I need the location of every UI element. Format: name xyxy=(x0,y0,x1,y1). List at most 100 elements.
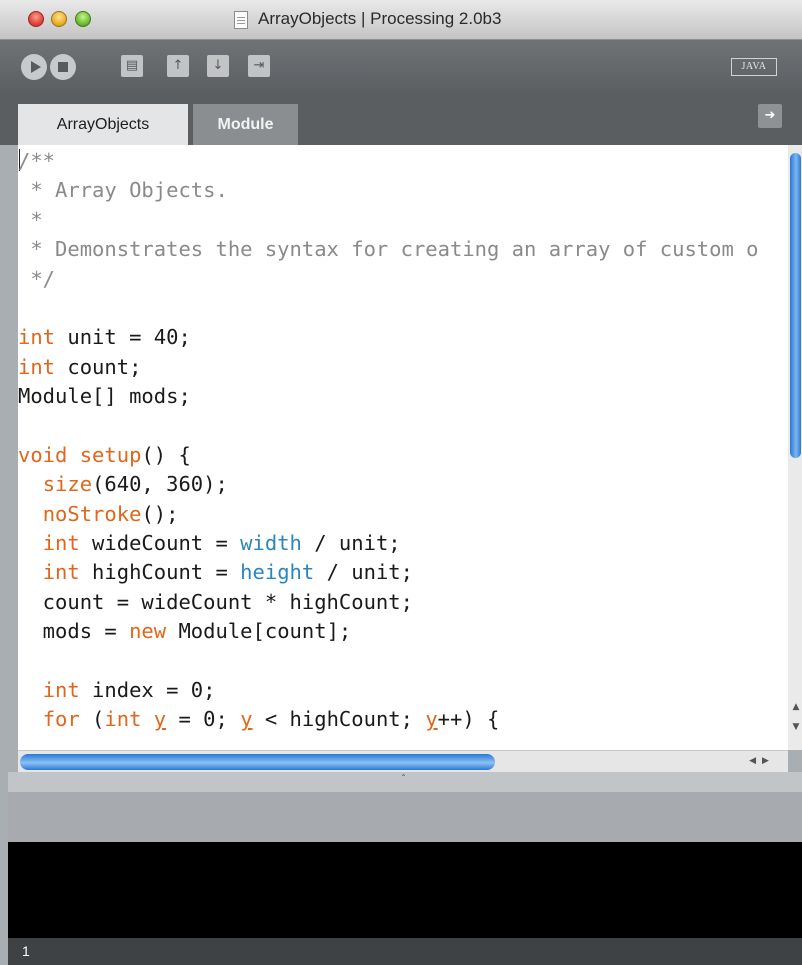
code-editor[interactable]: /** * Array Objects. * * Demonstrates th… xyxy=(18,145,788,750)
scroll-up-icon[interactable]: ▲ xyxy=(791,702,801,712)
code-token: int xyxy=(18,354,56,379)
code-line: mods = new Module[count]; xyxy=(18,617,759,646)
code-token: * Demonstrates the syntax for creating a… xyxy=(18,237,759,262)
code-token: mods = xyxy=(18,619,130,644)
run-button[interactable] xyxy=(21,54,47,80)
panel-divider[interactable]: ˆ xyxy=(0,772,802,792)
zoom-window-icon[interactable] xyxy=(75,11,91,27)
save-button[interactable]: ↓ xyxy=(207,55,229,77)
window-edge xyxy=(0,145,8,965)
code-token: / unit; xyxy=(301,531,401,556)
code-token: ++) { xyxy=(437,707,500,732)
code-token: count = wideCount * highCount; xyxy=(18,589,413,614)
console-area[interactable] xyxy=(8,842,802,938)
code-token: < highCount; xyxy=(252,707,426,732)
title-bar[interactable]: ArrayObjects | Processing 2.0b3 xyxy=(0,0,802,40)
code-token: for xyxy=(42,707,80,732)
export-button[interactable]: ⇥ xyxy=(248,55,270,77)
code-line: Module[] mods; xyxy=(18,382,759,411)
open-button[interactable]: ↑ xyxy=(167,55,189,77)
code-token: int xyxy=(104,707,142,732)
status-bar: 1 xyxy=(8,938,802,965)
code-token: /** xyxy=(18,149,56,173)
code-line: */ xyxy=(18,265,759,294)
code-token: ( xyxy=(79,707,105,732)
code-line: * Demonstrates the syntax for creating a… xyxy=(18,235,759,264)
code-token: int xyxy=(42,560,80,585)
code-token: width xyxy=(240,531,302,556)
code-token: int xyxy=(42,678,80,703)
code-token: highCount = xyxy=(79,560,241,585)
code-token: * Array Objects. xyxy=(18,178,228,203)
code-line: * xyxy=(18,206,759,235)
code-line: int wideCount = width / unit; xyxy=(18,529,759,558)
processing-window: ArrayObjects | Processing 2.0b3 ▤ ↑ ↓ ⇥ … xyxy=(0,0,802,965)
code-line: size(640, 360); xyxy=(18,470,759,499)
code-token: Module[] mods; xyxy=(18,384,191,409)
toolbar: ▤ ↑ ↓ ⇥ JAVA xyxy=(0,40,802,95)
code-line: count = wideCount * highCount; xyxy=(18,588,759,617)
code-token: = 0; xyxy=(166,707,241,732)
code-token: Module[count]; xyxy=(166,619,352,644)
code-line: noStroke(); xyxy=(18,500,759,529)
code-token: setup xyxy=(79,442,142,467)
minimize-window-icon[interactable] xyxy=(51,11,67,27)
code-line: int highCount = height / unit; xyxy=(18,558,759,587)
code-token: y xyxy=(153,707,167,732)
new-sketch-button[interactable]: ▤ xyxy=(121,55,143,77)
code-token: */ xyxy=(18,266,56,291)
code-token: new xyxy=(129,619,167,644)
tab-module[interactable]: Module xyxy=(193,104,298,145)
horizontal-scroll-arrows-icon[interactable]: ◀▶ xyxy=(740,754,784,768)
code-token: int xyxy=(42,531,80,556)
code-token: index = 0; xyxy=(79,678,216,703)
code-token: y xyxy=(425,707,438,732)
close-window-icon[interactable] xyxy=(28,11,44,27)
horizontal-scroll-thumb[interactable] xyxy=(20,754,495,770)
code-token: / unit; xyxy=(314,560,413,585)
code-line: for (int y = 0; y < highCount; y++) { xyxy=(18,705,759,734)
vertical-scroll-thumb[interactable] xyxy=(790,153,801,458)
code-token: void xyxy=(18,442,68,467)
code-line: /** xyxy=(18,147,759,176)
code-token: noStroke xyxy=(42,501,142,526)
divider-grip-icon[interactable]: ˆ xyxy=(401,774,406,785)
code-text: /** * Array Objects. * * Demonstrates th… xyxy=(18,147,759,735)
vertical-scrollbar[interactable]: ▲ ▼ xyxy=(788,145,802,750)
code-line: int count; xyxy=(18,353,759,382)
code-token: unit = 40; xyxy=(55,325,191,350)
document-icon xyxy=(234,11,248,29)
code-token: () { xyxy=(141,442,191,467)
code-line: * Array Objects. xyxy=(18,176,759,205)
code-line: void setup() { xyxy=(18,441,759,470)
tab-bar: ArrayObjects Module ➜ xyxy=(0,95,802,145)
tab-menu-arrow-icon[interactable]: ➜ xyxy=(758,104,782,128)
line-number: 1 xyxy=(22,943,30,959)
code-token: size xyxy=(42,472,93,497)
stop-button[interactable] xyxy=(50,54,76,80)
code-line: int unit = 40; xyxy=(18,323,759,352)
code-token: count; xyxy=(55,354,142,379)
scroll-down-icon[interactable]: ▼ xyxy=(791,722,801,732)
code-token: wideCount = xyxy=(79,531,241,556)
code-line: int index = 0; xyxy=(18,676,759,705)
code-token: int xyxy=(18,325,56,350)
code-token: (640, 360); xyxy=(92,472,228,497)
tab-arrayobjects[interactable]: ArrayObjects xyxy=(18,104,188,145)
window-title: ArrayObjects | Processing 2.0b3 xyxy=(258,9,502,28)
message-area xyxy=(8,792,802,842)
horizontal-scrollbar[interactable]: ◀▶ xyxy=(18,750,788,772)
code-token: (); xyxy=(141,501,179,526)
mode-selector[interactable]: JAVA xyxy=(731,58,777,76)
